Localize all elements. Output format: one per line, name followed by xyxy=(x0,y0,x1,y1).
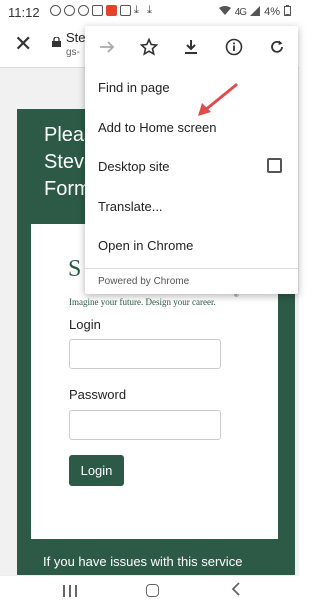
notification-icon xyxy=(50,4,61,16)
menu-item-add-to-home-screen[interactable]: Add to Home screen xyxy=(98,120,217,135)
university-logo: S xyxy=(68,256,82,282)
status-right: 4G 4% xyxy=(218,5,291,19)
desktop-site-checkbox[interactable] xyxy=(267,158,282,173)
notification-icon xyxy=(120,4,131,16)
forward-icon[interactable] xyxy=(95,35,119,59)
notification-icons: ⤓ ⤓ xyxy=(50,4,157,16)
logo-tagline: Imagine your future. Design your career. xyxy=(69,297,216,307)
home-icon[interactable] xyxy=(146,584,159,597)
battery-level: 4% xyxy=(264,6,280,18)
issues-text: If you have issues with this service xyxy=(43,554,243,569)
status-time: 11:12 xyxy=(8,5,40,20)
bookmark-star-icon[interactable] xyxy=(137,35,161,59)
recent-apps-icon[interactable] xyxy=(63,584,77,602)
page-url[interactable]: gs- xyxy=(66,47,80,58)
lock-icon xyxy=(52,34,61,47)
battery-icon xyxy=(284,5,291,19)
menu-footer: Powered by Chrome xyxy=(98,276,190,287)
close-tab-button[interactable]: ✕ xyxy=(14,33,32,55)
network-type: 4G xyxy=(234,6,247,18)
menu-item-find-in-page[interactable]: Find in page xyxy=(98,80,170,95)
messenger-icon xyxy=(78,4,89,16)
download-icon: ⤓ xyxy=(134,4,139,16)
menu-item-open-in-chrome[interactable]: Open in Chrome xyxy=(98,238,193,253)
refresh-icon[interactable] xyxy=(265,35,289,59)
download-icon[interactable] xyxy=(179,35,203,59)
page-title[interactable]: Ste xyxy=(66,30,86,45)
password-label: Password xyxy=(69,387,127,402)
menu-divider xyxy=(85,268,298,269)
menu-item-desktop-site[interactable]: Desktop site xyxy=(98,159,170,174)
info-icon[interactable] xyxy=(222,35,246,59)
menu-icon-row xyxy=(85,26,298,68)
signal-icon xyxy=(250,5,261,19)
app-notification-icon xyxy=(106,4,117,16)
overflow-menu: Find in page Add to Home screen Desktop … xyxy=(85,26,298,294)
back-icon[interactable] xyxy=(231,582,240,600)
status-bar: 11:12 ⤓ ⤓ 4G 4% xyxy=(0,0,299,24)
annotation-arrow-icon xyxy=(198,83,238,116)
login-button[interactable]: Login xyxy=(69,455,124,486)
wifi-icon xyxy=(218,5,231,19)
login-label: Login xyxy=(69,317,101,332)
notification-icon xyxy=(64,4,75,16)
system-nav-bar xyxy=(0,575,299,604)
login-input[interactable] xyxy=(69,339,221,369)
notification-icon xyxy=(92,4,103,16)
menu-item-translate[interactable]: Translate... xyxy=(98,199,163,214)
password-input[interactable] xyxy=(69,410,221,440)
download-icon: ⤓ xyxy=(147,4,152,16)
